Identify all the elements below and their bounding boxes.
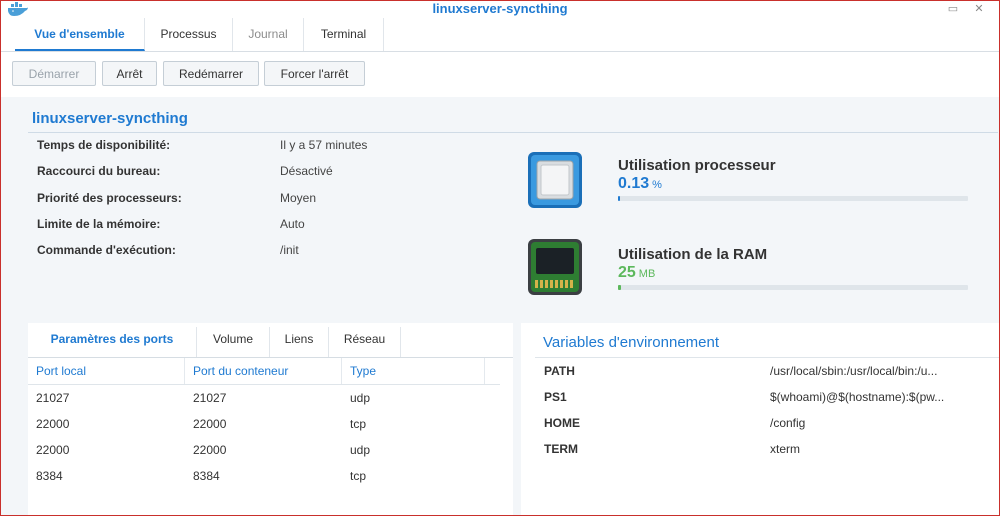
ram-usage-number: 25 (618, 264, 636, 281)
info-value: /init (280, 243, 299, 257)
window-title: linuxserver-syncthing (432, 1, 568, 16)
overview-section: linuxserver-syncthing Temps de disponibi… (28, 107, 998, 313)
start-button[interactable]: Démarrer (12, 61, 96, 86)
env-key: TERM (544, 442, 578, 456)
action-toolbar: Démarrer Arrêt Redémarrer Forcer l'arrêt (1, 52, 999, 97)
cell-type: tcp (350, 417, 367, 431)
cpu-usage-unit: % (652, 179, 662, 191)
environment-panel: Variables d'environnement PATH /usr/loca… (521, 323, 999, 515)
ram-usage-bar-fill (618, 285, 621, 290)
info-value: Il y a 57 minutes (280, 138, 368, 152)
cell-container-port: 8384 (193, 469, 220, 483)
cpu-usage-number: 0.13 (618, 175, 650, 192)
env-key: PATH (544, 364, 575, 378)
title-bar: linuxserver-syncthing ▭ ✕ (1, 1, 999, 18)
cell-type: udp (350, 391, 371, 405)
ram-usage-value: 25 MB (618, 264, 655, 282)
cpu-icon (528, 152, 582, 208)
info-label: Raccourci du bureau: (37, 164, 161, 178)
column-header-container-port[interactable]: Port du conteneur (185, 358, 342, 384)
subtab-network[interactable]: Réseau (329, 327, 401, 357)
cpu-usage-title: Utilisation processeur (618, 157, 776, 174)
force-stop-button[interactable]: Forcer l'arrêt (264, 61, 365, 86)
ports-panel: Paramètres des ports Volume Liens Réseau… (28, 323, 513, 515)
main-tabs: Vue d'ensemble Processus Journal Termina… (1, 18, 999, 52)
table-row[interactable]: 22000 22000 udp (28, 437, 500, 463)
info-label: Commande d'exécution: (37, 243, 176, 257)
stop-button[interactable]: Arrêt (102, 61, 157, 86)
env-row-term[interactable]: TERM xterm (535, 436, 999, 462)
env-value: $(whoami)@$(hostname):$(pw... (770, 390, 945, 404)
env-key: PS1 (544, 390, 567, 404)
env-value: xterm (770, 442, 800, 456)
cell-local-port: 8384 (36, 469, 63, 483)
restore-window-button[interactable]: ▭ (945, 1, 961, 17)
env-value: /config (770, 416, 806, 430)
info-label: Priorité des processeurs: (37, 191, 182, 205)
table-row[interactable]: 8384 8384 tcp (28, 463, 500, 489)
info-label: Temps de disponibilité: (37, 138, 171, 152)
ram-usage-title: Utilisation de la RAM (618, 246, 768, 263)
cell-container-port: 21027 (193, 391, 227, 405)
settings-subtabs: Paramètres des ports Volume Liens Réseau (28, 327, 513, 358)
cell-container-port: 22000 (193, 443, 227, 457)
env-row-home[interactable]: HOME /config (535, 410, 999, 436)
table-row[interactable]: 21027 21027 udp (28, 385, 500, 411)
subtab-volume[interactable]: Volume (197, 327, 270, 357)
cell-container-port: 22000 (193, 417, 227, 431)
ram-usage-bar (618, 285, 968, 290)
cell-local-port: 22000 (36, 417, 70, 431)
ram-chip-icon (528, 239, 582, 295)
environment-title: Variables d'environnement (543, 334, 720, 351)
container-detail-window: linuxserver-syncthing ▭ ✕ Vue d'ensemble… (0, 0, 1000, 516)
tab-terminal[interactable]: Terminal (304, 18, 384, 51)
env-row-path[interactable]: PATH /usr/local/sbin:/usr/local/bin:/u..… (535, 358, 999, 384)
cell-local-port: 22000 (36, 443, 70, 457)
table-row[interactable]: 22000 22000 tcp (28, 411, 500, 437)
close-window-button[interactable]: ✕ (971, 1, 987, 17)
info-label: Limite de la mémoire: (37, 217, 161, 231)
cpu-usage-bar-fill (618, 196, 621, 201)
container-name-heading: linuxserver-syncthing (32, 110, 188, 127)
cell-type: tcp (350, 469, 367, 483)
info-value: Auto (280, 217, 305, 231)
column-header-local-port[interactable]: Port local (28, 358, 185, 384)
restart-button[interactable]: Redémarrer (163, 61, 259, 86)
cpu-usage-bar (618, 196, 968, 201)
tab-journal[interactable]: Journal (233, 18, 304, 51)
env-row-ps1[interactable]: PS1 $(whoami)@$(hostname):$(pw... (535, 384, 999, 410)
tab-overview[interactable]: Vue d'ensemble (15, 18, 145, 51)
ram-usage-unit: MB (638, 268, 656, 280)
section-divider (28, 132, 998, 133)
subtab-links[interactable]: Liens (270, 327, 329, 357)
subtab-port-settings[interactable]: Paramètres des ports (28, 327, 197, 357)
env-value: /usr/local/sbin:/usr/local/bin:/u... (770, 364, 938, 378)
info-value: Désactivé (280, 164, 333, 178)
info-value: Moyen (280, 191, 317, 205)
cell-type: udp (350, 443, 371, 457)
cell-local-port: 21027 (36, 391, 70, 405)
ports-table-header: Port local Port du conteneur Type (28, 358, 500, 385)
column-header-type[interactable]: Type (342, 358, 485, 384)
cpu-usage-value: 0.13% (618, 175, 662, 193)
tab-processes[interactable]: Processus (145, 18, 233, 51)
env-key: HOME (544, 416, 580, 430)
